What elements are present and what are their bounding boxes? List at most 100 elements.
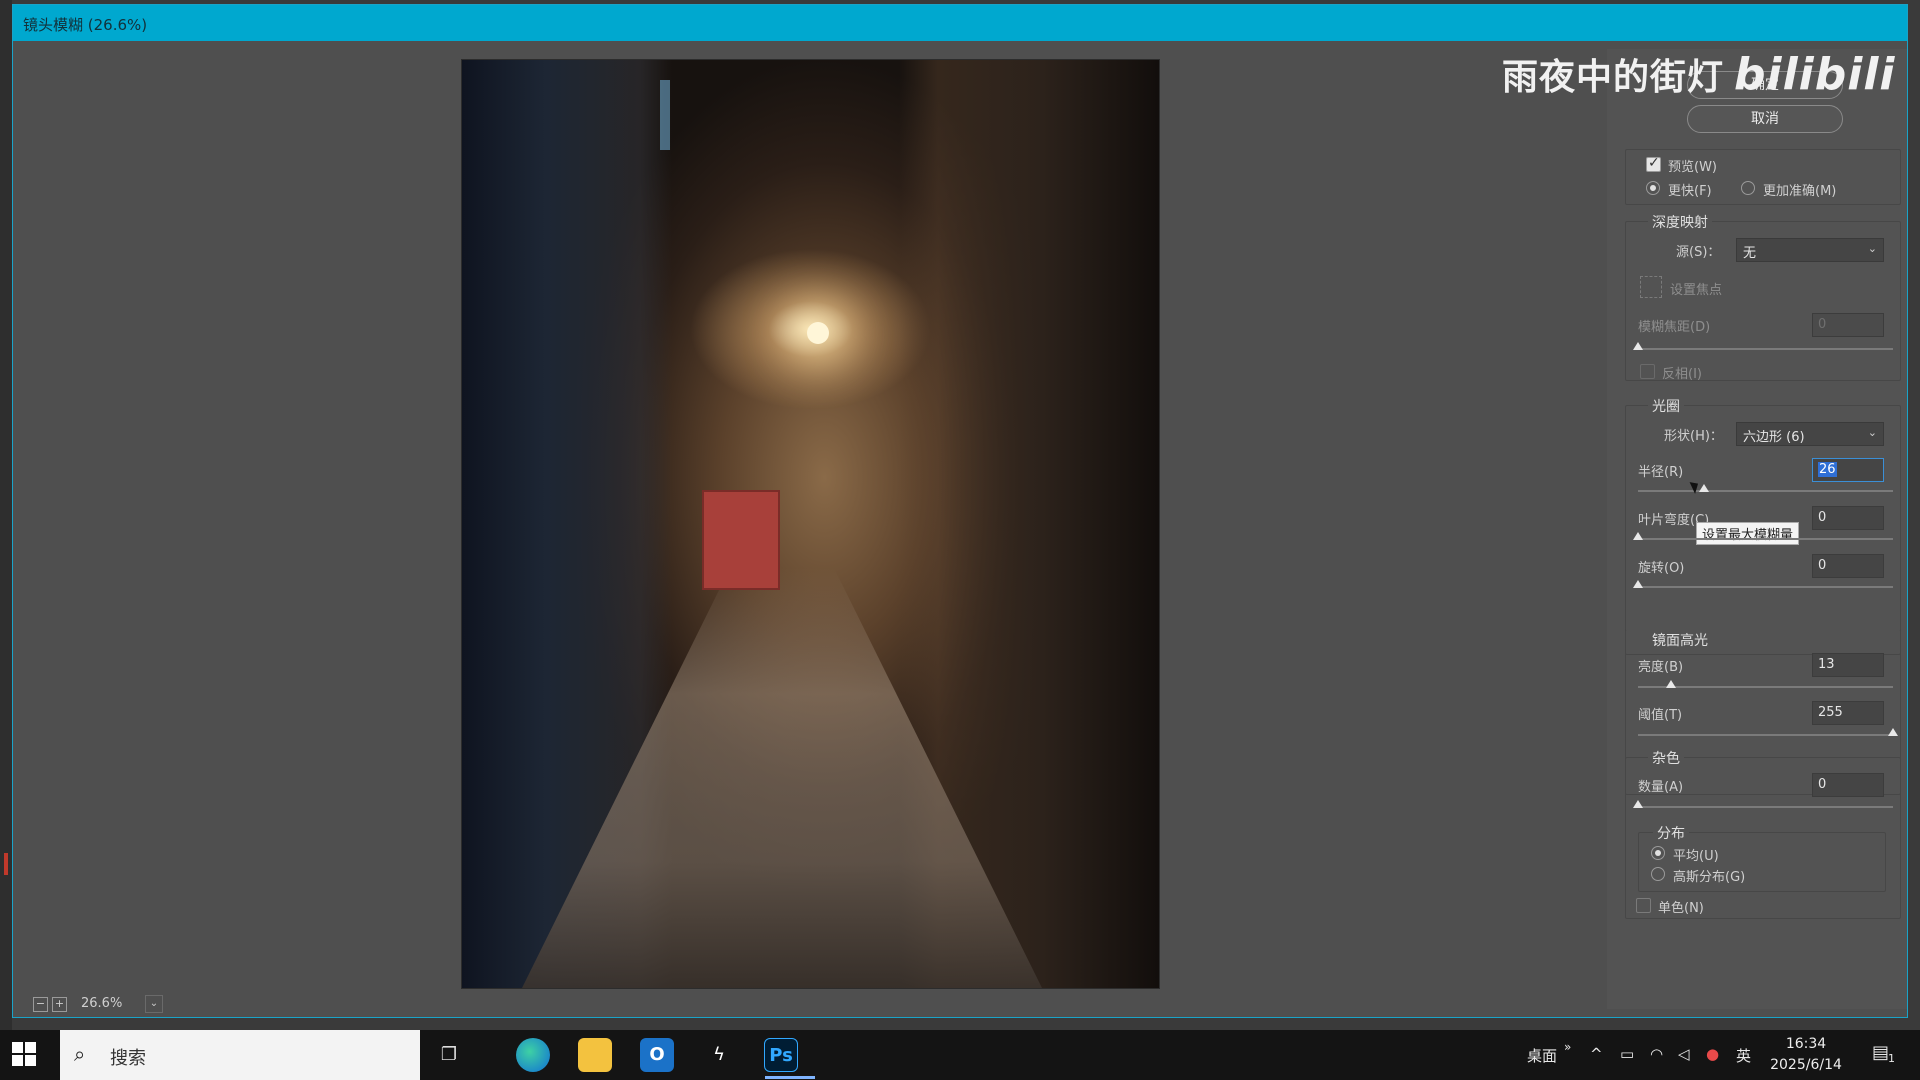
noise-group: 杂色 数量(A) 0 分布 平均(U) 高斯分布(G) 单色(N) [1625, 748, 1901, 919]
rotation-label: 旋转(O) [1638, 561, 1685, 576]
shape-select-value: 六边形 (6) [1743, 430, 1805, 445]
distribution-group: 分布 平均(U) 高斯分布(G) [1638, 823, 1886, 892]
image-street-lamp [807, 322, 829, 344]
cancel-button[interactable]: 取消 [1687, 105, 1843, 133]
chevron-down-icon: ⌄ [1867, 426, 1877, 439]
mono-label: 单色(N) [1658, 901, 1704, 916]
chevron-up-icon[interactable]: ^ [1590, 1045, 1603, 1063]
brightness-slider[interactable] [1638, 680, 1893, 688]
taskbar-search[interactable]: ⌕ 搜索 [60, 1030, 420, 1080]
preview-group: 预览(W) 更快(F) 更加准确(M) [1625, 149, 1901, 205]
threshold-thumb[interactable] [1888, 728, 1898, 736]
preview-image[interactable] [461, 59, 1160, 989]
zoom-out-button[interactable]: − [33, 996, 48, 1012]
radius-input[interactable]: 26 [1812, 458, 1884, 482]
curvature-input[interactable]: 0 [1812, 506, 1884, 530]
rotation-slider[interactable] [1633, 580, 1893, 588]
zoom-dropdown-icon[interactable]: ⌄ [145, 995, 163, 1013]
left-edge-strip [0, 0, 12, 1030]
watermark: 雨夜中的街灯 bilibili [1502, 48, 1896, 100]
radius-slider[interactable] [1638, 484, 1893, 492]
notification-count: 1 [1888, 1052, 1895, 1065]
shape-select[interactable]: 六边形 (6) ⌄ [1736, 422, 1884, 446]
blur-focal-label: 模糊焦距(D) [1638, 320, 1711, 335]
search-icon: ⌕ [74, 1042, 86, 1066]
set-focus-label: 设置焦点 [1670, 283, 1723, 298]
notification-icon[interactable]: ▤ [1872, 1042, 1889, 1063]
window-title: 镜头模糊 (26.6%) [23, 16, 148, 34]
wifi-icon[interactable]: ◠ [1650, 1045, 1663, 1063]
blur-focal-slider[interactable] [1633, 342, 1893, 350]
blur-focal-thumb[interactable] [1633, 342, 1643, 350]
clock-time: 16:34 [1785, 1036, 1827, 1052]
task-view-icon[interactable]: ❐ [432, 1038, 466, 1072]
lens-blur-dialog: 镜头模糊 (26.6%) − + 26.6% ⌄ 确定 取消 预览(W) 更快(… [12, 4, 1908, 1018]
zoom-value[interactable]: 26.6% [81, 995, 141, 1013]
active-app-indicator [765, 1076, 815, 1079]
focus-point-icon [1640, 276, 1662, 298]
curvature-thumb[interactable] [1633, 532, 1643, 540]
preview-area[interactable] [23, 49, 1597, 997]
uniform-label: 平均(U) [1673, 849, 1719, 864]
app-lightning-icon[interactable]: ϟ [702, 1038, 736, 1072]
radius-label: 半径(R) [1638, 465, 1684, 480]
preview-checkbox[interactable] [1646, 155, 1661, 172]
rotation-thumb[interactable] [1633, 580, 1643, 588]
source-select-value: 无 [1743, 246, 1757, 261]
gaussian-radio[interactable] [1651, 867, 1665, 881]
invert-label: 反相(I) [1662, 367, 1702, 382]
distribution-title: 分布 [1653, 823, 1689, 843]
accurate-radio[interactable] [1741, 181, 1755, 195]
preview-label: 预览(W) [1668, 160, 1717, 175]
threshold-slider[interactable] [1638, 728, 1898, 736]
desktop-label[interactable]: 桌面 [1527, 1045, 1557, 1066]
depth-map-group: 深度映射 源(S)： 无 ⌄ 设置焦点 模糊焦距(D) 0 反相(I) [1625, 212, 1901, 382]
mono-checkbox[interactable] [1636, 898, 1651, 913]
image-blue-sign [660, 80, 670, 150]
curvature-slider[interactable] [1633, 532, 1893, 540]
image-red-door [702, 490, 780, 590]
blur-focal-input[interactable]: 0 [1812, 313, 1884, 337]
zoom-bar: − + 26.6% ⌄ [33, 994, 163, 1014]
specular-title: 镜面高光 [1648, 630, 1712, 650]
windows-start-icon[interactable] [12, 1042, 36, 1066]
title-bar[interactable]: 镜头模糊 (26.6%) [13, 5, 1907, 41]
faster-radio[interactable] [1646, 181, 1660, 195]
brightness-input[interactable]: 13 [1812, 653, 1884, 677]
brightness-label: 亮度(B) [1638, 660, 1684, 675]
amount-thumb[interactable] [1633, 800, 1643, 808]
chevron-right-icon[interactable]: » [1564, 1040, 1571, 1054]
search-placeholder: 搜索 [110, 1048, 146, 1069]
clock[interactable]: 16:34 2025/6/14 [1764, 1034, 1848, 1076]
zoom-in-button[interactable]: + [52, 996, 67, 1012]
brightness-thumb[interactable] [1666, 680, 1677, 688]
gaussian-label: 高斯分布(G) [1673, 870, 1746, 885]
rotation-input[interactable]: 0 [1812, 554, 1884, 578]
noise-title: 杂色 [1648, 748, 1684, 768]
radius-tooltip: 设置最大模糊量 [1696, 522, 1800, 545]
outlook-icon[interactable]: O [640, 1038, 674, 1072]
source-select[interactable]: 无 ⌄ [1736, 238, 1884, 262]
tray-app-icon[interactable]: ● [1706, 1045, 1719, 1063]
uniform-radio[interactable] [1651, 846, 1665, 860]
file-explorer-icon[interactable] [578, 1038, 612, 1072]
amount-slider[interactable] [1633, 800, 1893, 808]
radius-input-value: 26 [1818, 462, 1837, 477]
iris-group: 光圈 形状(H)： 六边形 (6) ⌄ 半径(R) 26 叶片弯度(C) 0 设… [1625, 396, 1901, 655]
bilibili-logo: bilibili [1734, 49, 1896, 100]
ime-indicator[interactable]: 英 [1736, 1045, 1751, 1066]
source-label: 源(S)： [1676, 245, 1721, 260]
taskbar: ⌕ 搜索 ❐ O ϟ Ps 桌面 » ^ ▭ ◠ ◁ ● 英 16:34 202… [0, 1030, 1920, 1080]
faster-label: 更快(F) [1668, 184, 1712, 199]
depth-map-title: 深度映射 [1648, 212, 1712, 232]
threshold-label: 阈值(T) [1638, 708, 1683, 723]
invert-checkbox[interactable] [1640, 364, 1655, 379]
edge-browser-icon[interactable] [516, 1038, 550, 1072]
chevron-down-icon: ⌄ [1867, 242, 1877, 255]
amount-input[interactable]: 0 [1812, 773, 1884, 797]
photoshop-icon[interactable]: Ps [764, 1038, 798, 1072]
battery-icon[interactable]: ▭ [1620, 1045, 1634, 1063]
iris-title: 光圈 [1648, 396, 1684, 416]
threshold-input[interactable]: 255 [1812, 701, 1884, 725]
volume-icon[interactable]: ◁ [1678, 1045, 1690, 1063]
